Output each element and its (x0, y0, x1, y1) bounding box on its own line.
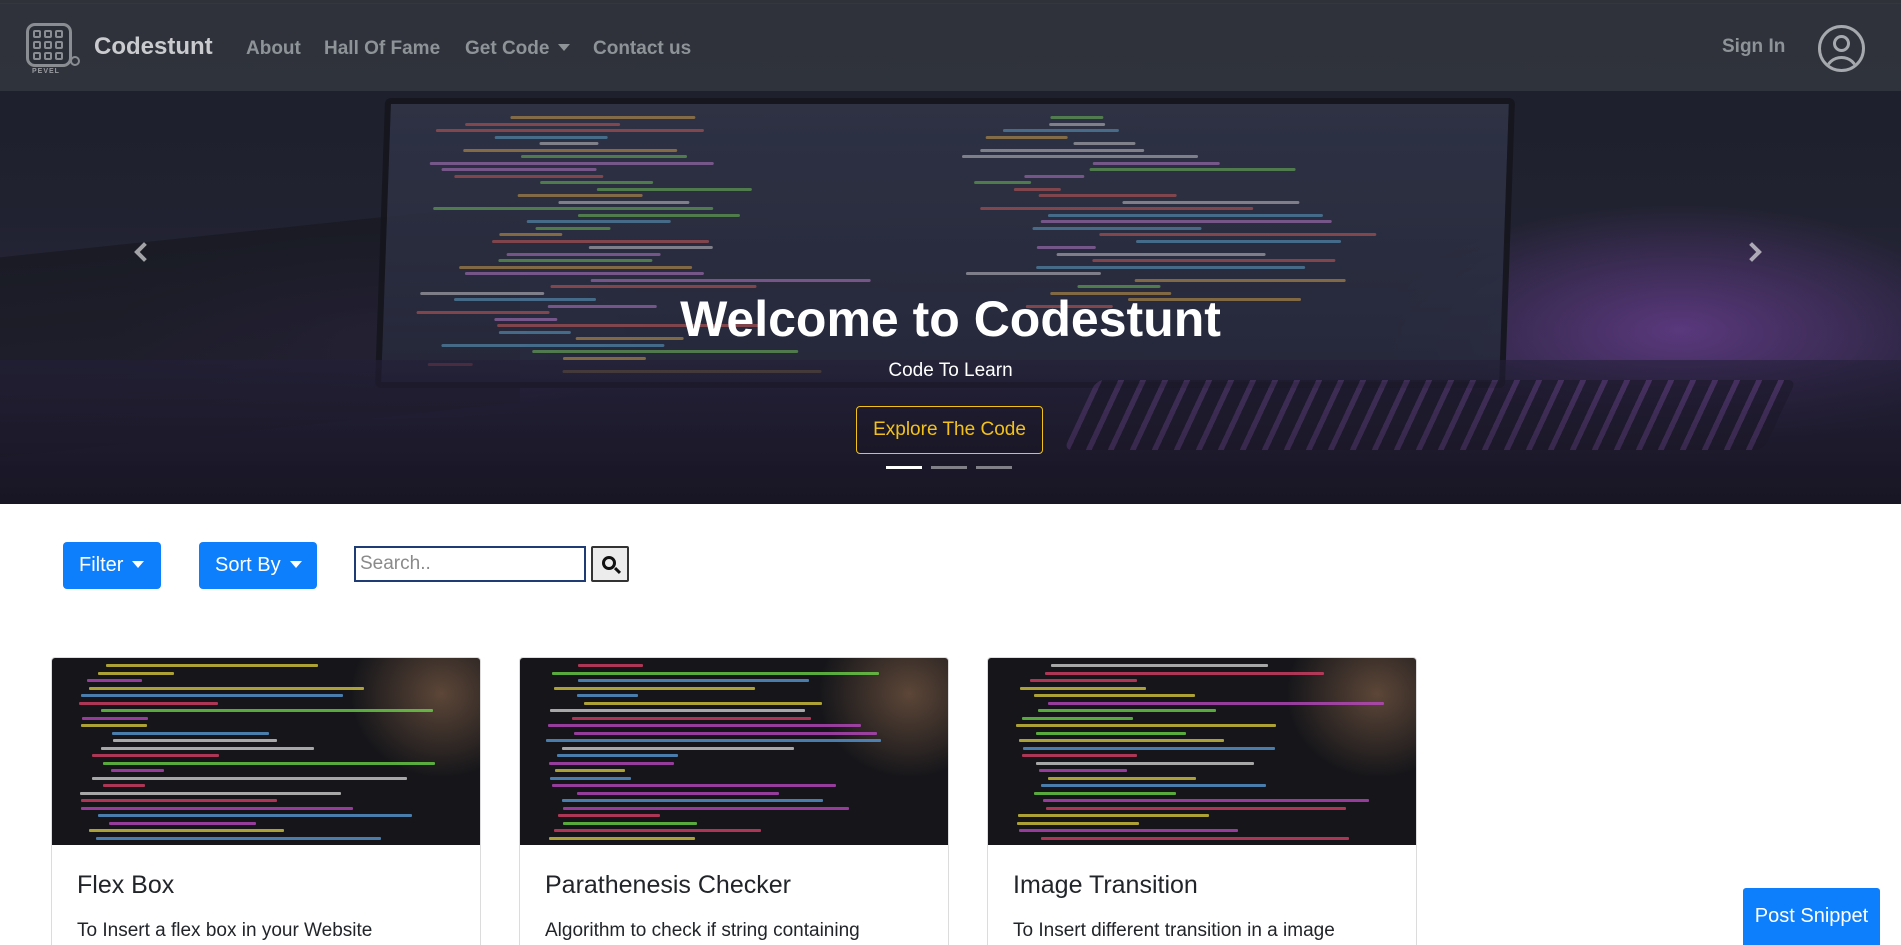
carousel-indicator[interactable] (976, 466, 1012, 469)
search-button[interactable] (591, 546, 629, 582)
hero-title: Welcome to Codestunt (680, 291, 1221, 347)
nav-get-code-dropdown[interactable]: Get Code (465, 38, 571, 60)
card-text: Algorithm to check if string containing (545, 920, 860, 941)
card-code-image (520, 658, 948, 845)
user-avatar-icon[interactable] (1818, 25, 1865, 72)
nav-hall-of-fame[interactable]: Hall Of Fame (324, 38, 440, 60)
caret-down-icon (289, 561, 302, 568)
caret-down-icon (132, 561, 145, 568)
nav-contact-us[interactable]: Contact us (593, 38, 691, 60)
page: Welcome to Codestunt Code To Learn Explo… (0, 0, 1901, 945)
caret-down-icon (558, 44, 571, 51)
card-code-image (988, 658, 1416, 845)
hero-subtitle: Code To Learn (888, 360, 1013, 381)
brand-name[interactable]: Codestunt (94, 33, 213, 61)
post-snippet-button[interactable]: Post Snippet (1743, 888, 1880, 945)
grid-logo-icon (26, 23, 72, 67)
card-code-image (52, 658, 480, 845)
brand-logo[interactable]: PEVEL (26, 23, 82, 75)
nav-about[interactable]: About (246, 38, 301, 60)
sort-by-dropdown-button[interactable]: Sort By (199, 542, 317, 589)
sign-in-link[interactable]: Sign In (1722, 36, 1785, 58)
search-input[interactable] (354, 546, 586, 582)
snippet-card[interactable]: Image Transition To Insert different tra… (987, 657, 1417, 945)
carousel-prev-icon[interactable] (127, 238, 157, 268)
logo-caption: PEVEL (32, 68, 60, 75)
explore-code-button[interactable]: Explore The Code (856, 406, 1043, 454)
filter-dropdown-button[interactable]: Filter (63, 542, 161, 589)
card-text: To Insert different transition in a imag… (1013, 920, 1335, 941)
card-title: Image Transition (1013, 871, 1198, 899)
carousel-indicator[interactable] (886, 466, 922, 469)
carousel-indicator[interactable] (931, 466, 967, 469)
card-title: Parathenesis Checker (545, 871, 791, 899)
snippet-card[interactable]: Parathenesis Checker Algorithm to check … (519, 657, 949, 945)
card-text: To Insert a flex box in your Website (77, 920, 373, 941)
snippet-card[interactable]: Flex Box To Insert a flex box in your We… (51, 657, 481, 945)
carousel-next-icon[interactable] (1741, 238, 1771, 268)
navbar: PEVEL Codestunt About Hall Of Fame Get C… (0, 3, 1901, 91)
card-title: Flex Box (77, 871, 175, 899)
